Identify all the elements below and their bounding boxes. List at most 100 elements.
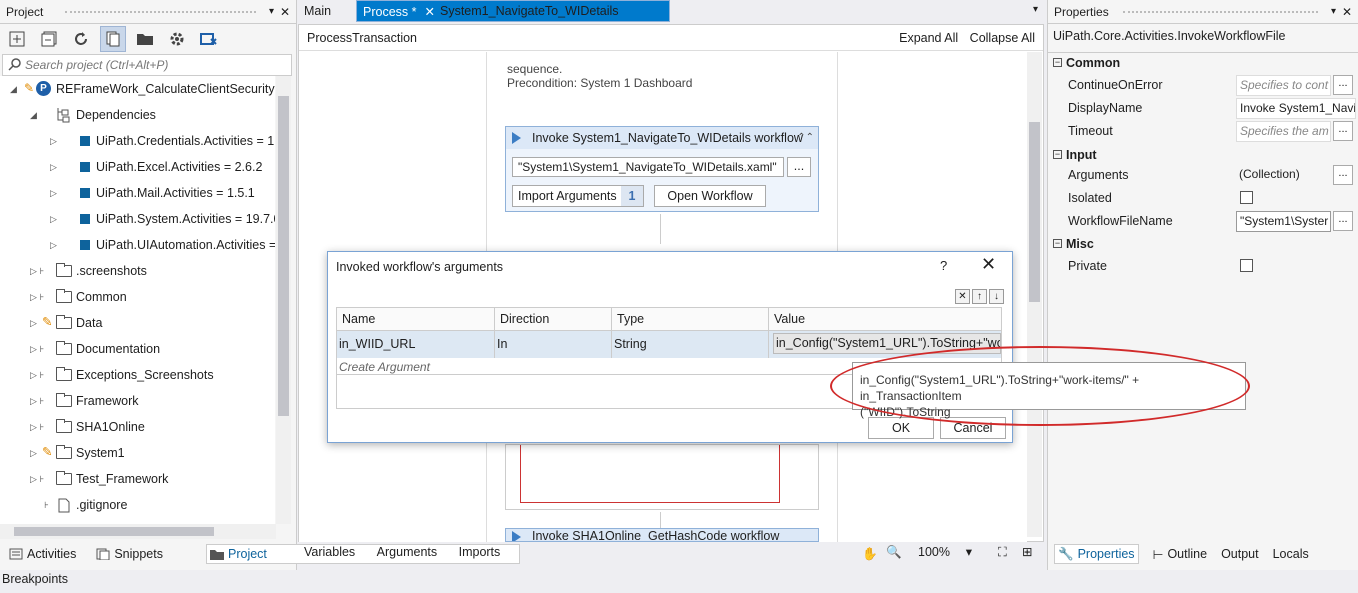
expand-all-icon[interactable]: [4, 26, 30, 52]
column-header-type[interactable]: Type: [612, 308, 769, 331]
imports-tab[interactable]: Imports: [459, 545, 501, 559]
activity-type-label: UiPath.Core.Activities.InvokeWorkflowFil…: [1053, 29, 1286, 43]
project-vertical-scrollbar[interactable]: [276, 76, 291, 524]
folder-label: SHA1Online: [76, 420, 145, 434]
scroll-thumb[interactable]: [14, 527, 214, 536]
property-timeout: Timeout Specifies the am...: [1048, 120, 1358, 143]
move-up-icon[interactable]: ↑: [972, 289, 987, 304]
tab-dropdown-icon[interactable]: ▾: [1033, 4, 1038, 15]
pin-icon[interactable]: ▾: [269, 0, 274, 24]
pin-icon[interactable]: ▾: [1331, 0, 1336, 24]
remove-unused-icon[interactable]: [196, 26, 222, 52]
collapse-icon[interactable]: −: [1053, 239, 1062, 248]
isolated-checkbox[interactable]: [1240, 191, 1253, 204]
tab-activities[interactable]: Activities: [6, 544, 79, 564]
workflow-file-input[interactable]: "System1\System1_NavigateTo_WIDetails.xa…: [512, 157, 784, 177]
property-value-input[interactable]: "System1\Syster: [1236, 211, 1331, 232]
edit-button[interactable]: ...: [1333, 211, 1353, 231]
property-value-input[interactable]: Invoke System1_Navi: [1236, 98, 1356, 119]
collapse-all-link[interactable]: Collapse All: [970, 31, 1035, 45]
property-name: ContinueOnError: [1068, 78, 1163, 92]
package-icon: [80, 162, 90, 172]
breadcrumb[interactable]: ProcessTransaction: [307, 31, 417, 45]
delete-icon[interactable]: ✕: [955, 289, 970, 304]
collapse-arrow-icon[interactable]: ◢: [10, 76, 17, 102]
argument-type-cell[interactable]: String: [612, 331, 769, 358]
browse-file-button[interactable]: ...: [787, 157, 811, 177]
folder-icon: [56, 263, 72, 277]
edit-arguments-button[interactable]: ...: [1333, 165, 1353, 185]
edit-button[interactable]: ...: [1333, 121, 1353, 141]
close-icon[interactable]: ✕: [280, 0, 290, 24]
import-arguments-button[interactable]: Import Arguments 1: [512, 185, 644, 207]
header-grip: [1123, 11, 1318, 13]
fit-screen-icon[interactable]: ⛶: [998, 542, 1007, 562]
tree-root[interactable]: ◢ ✎ P REFrameWork_CalculateClientSecurit…: [0, 76, 275, 102]
column-header-value[interactable]: Value: [769, 308, 1001, 331]
overview-icon[interactable]: ⊞: [1022, 542, 1032, 562]
category-misc[interactable]: − Misc: [1048, 233, 1358, 255]
scroll-thumb[interactable]: [1029, 122, 1040, 302]
argument-name-cell[interactable]: in_WIID_URL: [337, 331, 495, 358]
edit-button[interactable]: ...: [1333, 75, 1353, 95]
invoke-sha1-activity[interactable]: Invoke SHA1Online_GetHashCode workflow: [505, 528, 819, 542]
gear-icon[interactable]: [164, 26, 190, 52]
tab-label: Activities: [27, 547, 77, 561]
tab-main[interactable]: Main: [298, 0, 337, 22]
argument-direction-cell[interactable]: In: [495, 331, 612, 358]
tab-properties[interactable]: 🔧 Properties: [1054, 544, 1139, 564]
property-value-input[interactable]: Specifies to cont: [1236, 75, 1331, 96]
folder-icon[interactable]: [132, 26, 158, 52]
category-common[interactable]: − Common: [1048, 52, 1358, 74]
zoom-icon[interactable]: 🔍: [886, 542, 902, 562]
project-search-input[interactable]: Search project (Ctrl+Alt+P): [2, 54, 292, 76]
package-icon: [80, 136, 90, 146]
activity-header[interactable]: Invoke System1_NavigateTo_WIDetails work…: [506, 127, 818, 149]
file-icon: [58, 498, 70, 513]
column-header-direction[interactable]: Direction: [495, 308, 612, 331]
zoom-value: 100%: [918, 545, 950, 559]
close-icon[interactable]: ✕: [1342, 0, 1352, 24]
project-horizontal-scrollbar[interactable]: [0, 524, 276, 539]
show-all-files-icon[interactable]: [100, 26, 126, 52]
collapse-arrow-icon[interactable]: ◢: [30, 102, 37, 128]
close-icon[interactable]: ✕: [981, 254, 996, 275]
sequence-activity[interactable]: [505, 444, 819, 510]
hand-icon[interactable]: ✋: [862, 544, 878, 564]
breakpoints-tab[interactable]: Breakpoints: [0, 570, 1358, 593]
properties-header: Properties ▾ ✕: [1048, 0, 1358, 24]
tab-snippets[interactable]: Snippets: [93, 544, 166, 564]
variables-tab[interactable]: Variables: [304, 545, 355, 559]
project-panel-title: Project: [6, 5, 44, 19]
tab-system1-navigate[interactable]: System1_NavigateTo_WIDetails: [434, 0, 625, 22]
folder-label: Test_Framework: [76, 472, 169, 486]
arguments-tab[interactable]: Arguments: [377, 545, 437, 559]
property-value-input[interactable]: Specifies the am: [1236, 121, 1331, 142]
project-bottom-tabs: Project Activities Snippets: [0, 543, 520, 565]
tab-outline[interactable]: ⊢ Outline: [1153, 547, 1208, 562]
open-workflow-button[interactable]: Open Workflow: [654, 185, 766, 207]
move-down-icon[interactable]: ↓: [989, 289, 1004, 304]
folder-icon: [56, 341, 72, 355]
package-icon: [80, 214, 90, 224]
tab-locals[interactable]: Locals: [1273, 547, 1309, 561]
tab-output[interactable]: Output: [1221, 547, 1259, 561]
ok-button[interactable]: OK: [868, 417, 934, 439]
package-icon: [80, 188, 90, 198]
column-header-name[interactable]: Name: [337, 308, 495, 331]
designer-vertical-scrollbar[interactable]: [1027, 52, 1042, 537]
expand-all-link[interactable]: Expand All: [899, 31, 958, 45]
private-checkbox[interactable]: [1240, 259, 1253, 272]
invoke-workflow-activity[interactable]: Invoke System1_NavigateTo_WIDetails work…: [505, 126, 819, 212]
refresh-icon[interactable]: [68, 26, 94, 52]
tab-label: Main: [304, 4, 332, 18]
category-input[interactable]: − Input: [1048, 144, 1358, 166]
pencil-icon: ✎: [24, 81, 35, 95]
collapse-all-icon[interactable]: [36, 26, 62, 52]
collapse-icon[interactable]: −: [1053, 58, 1062, 67]
collapse-icon[interactable]: ⌃⌃: [797, 127, 814, 149]
collapse-icon[interactable]: −: [1053, 150, 1062, 159]
help-button[interactable]: ?: [940, 258, 947, 273]
scroll-thumb[interactable]: [278, 96, 289, 416]
zoom-select[interactable]: 100% ▾: [912, 542, 984, 562]
